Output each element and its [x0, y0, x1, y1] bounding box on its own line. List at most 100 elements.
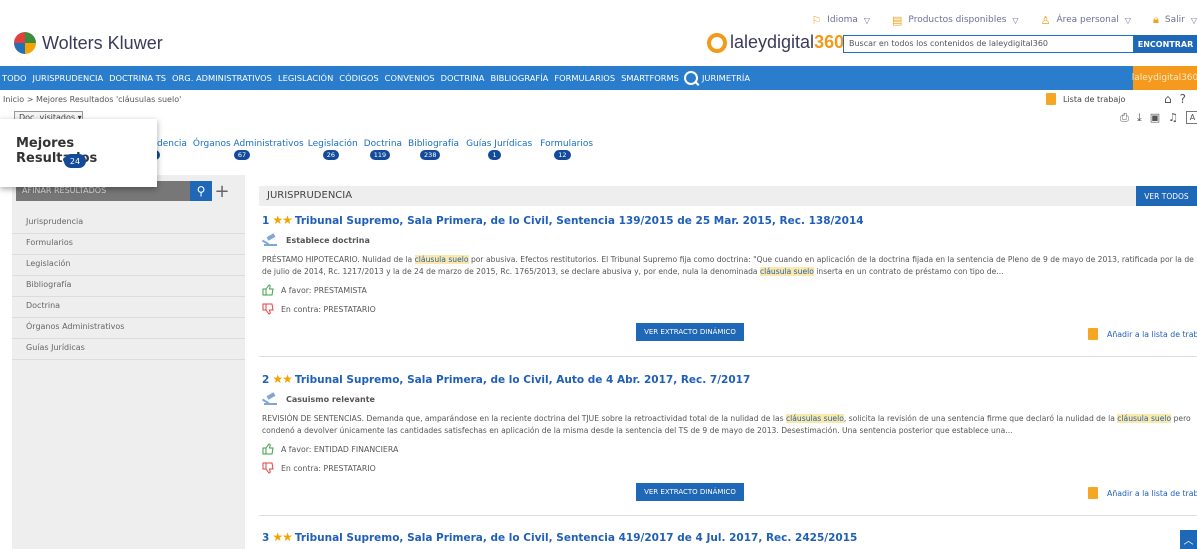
facet-item-legislacion[interactable]: Legislación — [12, 255, 245, 276]
result-title[interactable]: 1 ★★ Tribunal Supremo, Sala Primera, de lo… — [262, 213, 1197, 227]
print-icon[interactable]: ⎙ — [1120, 111, 1129, 125]
add-to-worklist-link[interactable]: Añadir a la lista de trabajo — [1088, 487, 1197, 499]
nav-item-doctrina-ts[interactable]: DOCTRINA TS — [109, 73, 166, 83]
nav-item-jurimetria[interactable]: JURIMETRÍA — [683, 71, 750, 85]
abstract-text: condenó a devolver únicamente las cantid… — [262, 425, 1013, 435]
abstract-line: REVISIÓN DE SENTENCIAS. Demanda que, amp… — [262, 413, 1197, 425]
nav-item-bibliografia[interactable]: BIBLIOGRAFÍA — [490, 73, 548, 83]
help-icon[interactable]: ? — [1180, 92, 1186, 106]
facet-item-formularios[interactable]: Formularios — [12, 234, 245, 255]
facet-item-guias-juridicas[interactable]: Guías Jurídicas — [12, 339, 245, 360]
logout-label: Salir — [1164, 15, 1185, 25]
chevron-down-icon: ▽ — [1190, 15, 1197, 25]
export-icon[interactable]: ▣ — [1150, 111, 1160, 125]
alert-bell-icon[interactable]: ♫ — [1168, 111, 1178, 125]
tab-count: 26 — [322, 150, 339, 160]
personal-area-menu[interactable]: ♙ Área personal ▽ — [1041, 10, 1131, 30]
facet-item-organos-administrativos[interactable]: Órganos Administrativos — [12, 318, 245, 339]
refine-search-button[interactable]: ⚲ — [190, 181, 212, 201]
nav-item-convenios[interactable]: CONVENIOS — [385, 73, 435, 83]
products-icon: ▤ — [892, 13, 903, 27]
tab-label: Bibliografía — [408, 139, 460, 149]
scroll-to-top-button[interactable]: ︿ — [1180, 530, 1197, 549]
download-icon[interactable]: ⤓ — [1137, 111, 1142, 125]
nav-item-codigos[interactable]: CÓDIGOS — [339, 73, 378, 83]
result-number: 3 — [262, 532, 270, 544]
add-filter-button[interactable]: + — [213, 181, 231, 202]
result-tag: Establece doctrina — [262, 233, 1197, 247]
font-small-icon[interactable]: A — [1185, 111, 1197, 124]
result-number: 1 — [262, 215, 270, 227]
against-line: En contra: PRESTATARIO — [262, 303, 1197, 315]
tab-organos-administrativos[interactable]: Órganos Administrativos 67 — [192, 139, 304, 160]
nav-item-doctrina[interactable]: DOCTRINA — [441, 73, 485, 83]
tab-label: Órganos Administrativos — [192, 139, 304, 149]
thumbs-up-icon — [262, 443, 274, 455]
search-icon: ⚲ — [196, 184, 206, 198]
tab-guias-juridicas[interactable]: Guías Jurídicas 1 — [466, 139, 533, 160]
laleydigital-logo[interactable]: laleydigital 360 — [707, 32, 844, 53]
search-input[interactable]: Buscar en todos los contenidos de laleyd… — [843, 35, 1134, 53]
product-number: 360 — [814, 32, 845, 52]
stars-icon: ★★ — [272, 530, 292, 544]
abstract-line: PRÉSTAMO HIPOTECARIO. Nulidad de la cláu… — [262, 254, 1197, 266]
tab-formularios[interactable]: Formularios 12 — [540, 139, 593, 160]
worklist-link[interactable]: Lista de trabajo — [1046, 93, 1125, 105]
nav-item-org-administrativos[interactable]: ORG. ADMINISTRATIVOS — [172, 73, 272, 83]
tab-doctrina[interactable]: Doctrina 119 — [364, 139, 402, 160]
facet-item-jurisprudencia[interactable]: Jurisprudencia — [12, 213, 245, 234]
nav-item-formularios[interactable]: FORMULARIOS — [554, 73, 615, 83]
result-title[interactable]: 3 ★★ Tribunal Supremo, Sala Primera, de lo… — [262, 530, 1197, 544]
favor-text: A favor: ENTIDAD FINANCIERA — [281, 444, 399, 454]
add-to-worklist-link[interactable]: Añadir a la lista de trabajo — [1088, 328, 1197, 340]
product-name: laleydigital — [730, 32, 815, 52]
thumbs-up-icon — [262, 284, 274, 296]
favor-line: A favor: PRESTAMISTA — [262, 284, 1197, 296]
tab-jurisprudencia[interactable]: dencia4 — [147, 139, 187, 160]
facet-item-bibliografia[interactable]: Bibliografía — [12, 276, 245, 297]
tab-count: 238 — [420, 150, 441, 160]
abstract-text: PRÉSTAMO HIPOTECARIO. Nulidad de la — [262, 255, 415, 264]
tab-label: Guías Jurídicas — [466, 139, 533, 149]
logout-menu[interactable]: 🔒︎ Salir ▽ — [1153, 10, 1197, 30]
tab-count: 1 — [488, 150, 502, 160]
wolters-kluwer-mark-icon — [14, 32, 36, 54]
nav-item-jurisprudencia[interactable]: JURISPRUDENCIA — [33, 73, 104, 83]
header-icons: ⌂ ? — [1164, 92, 1186, 106]
flag-icon: ⚐ — [811, 13, 822, 27]
wolters-kluwer-logo[interactable]: Wolters Kluwer — [14, 32, 163, 54]
products-menu[interactable]: ▤ Productos disponibles ▽ — [892, 10, 1019, 30]
see-all-button[interactable]: VER TODOS — [1136, 186, 1197, 206]
result-tag-text: Establece doctrina — [286, 235, 370, 245]
add-to-worklist-label: Añadir a la lista de trabajo — [1107, 488, 1197, 498]
tab-count: 119 — [369, 150, 391, 160]
abstract-text: por abusiva. Efectos restitutorios. El T… — [468, 255, 1197, 264]
nav-item-legislacion[interactable]: LEGISLACIÓN — [278, 73, 333, 83]
worklist-icon — [1088, 487, 1098, 499]
page: ⚐ Idioma ▽ ▤ Productos disponibles ▽ ♙ Área p… — [0, 0, 1197, 549]
language-label: Idioma — [827, 15, 858, 25]
search-button[interactable]: ENCONTRAR — [1134, 35, 1197, 53]
tab-legislacion[interactable]: Legislación 26 — [308, 139, 358, 160]
result-title-text: Tribunal Supremo, Sala Primera, de lo Ci… — [294, 215, 864, 227]
breadcrumb[interactable]: Inicio > Mejores Resultados 'cláusulas s… — [3, 95, 181, 104]
favor-line: A favor: ENTIDAD FINANCIERA — [262, 443, 1197, 455]
highlighted-term: cláusula suelo — [759, 266, 814, 276]
language-menu[interactable]: ⚐ Idioma ▽ — [811, 10, 870, 30]
nav-item-todo[interactable]: TODO — [2, 73, 27, 83]
result-title[interactable]: 2 ★★ Tribunal Supremo, Sala Primera, de lo… — [262, 372, 1197, 386]
laleydigital-ring-icon — [707, 32, 727, 53]
nav-item-smartforms[interactable]: SMARTFORMS — [621, 73, 679, 83]
view-extract-button[interactable]: VER EXTRACTO DINÁMICO — [636, 323, 744, 341]
home-icon[interactable]: ⌂ — [1164, 92, 1172, 106]
result-item: 1 ★★ Tribunal Supremo, Sala Primera, de lo… — [262, 213, 1197, 341]
against-text: En contra: PRESTATARIO — [281, 463, 376, 473]
laleydigital-tab[interactable]: laleydigital360 — [1132, 66, 1197, 90]
facet-item-doctrina[interactable]: Doctrina — [12, 297, 245, 318]
tab-best-results[interactable]: Mejores Resultados 24 — [0, 119, 157, 187]
tab-bibliografia[interactable]: Bibliografía 238 — [408, 139, 460, 160]
result-item: 3 ★★ Tribunal Supremo, Sala Primera, de lo… — [262, 530, 1197, 544]
view-extract-button[interactable]: VER EXTRACTO DINÁMICO — [636, 483, 744, 501]
chevron-down-icon: ▽ — [863, 15, 871, 25]
main-nav: TODO JURISPRUDENCIA DOCTRINA TS ORG. ADM… — [0, 66, 1197, 90]
